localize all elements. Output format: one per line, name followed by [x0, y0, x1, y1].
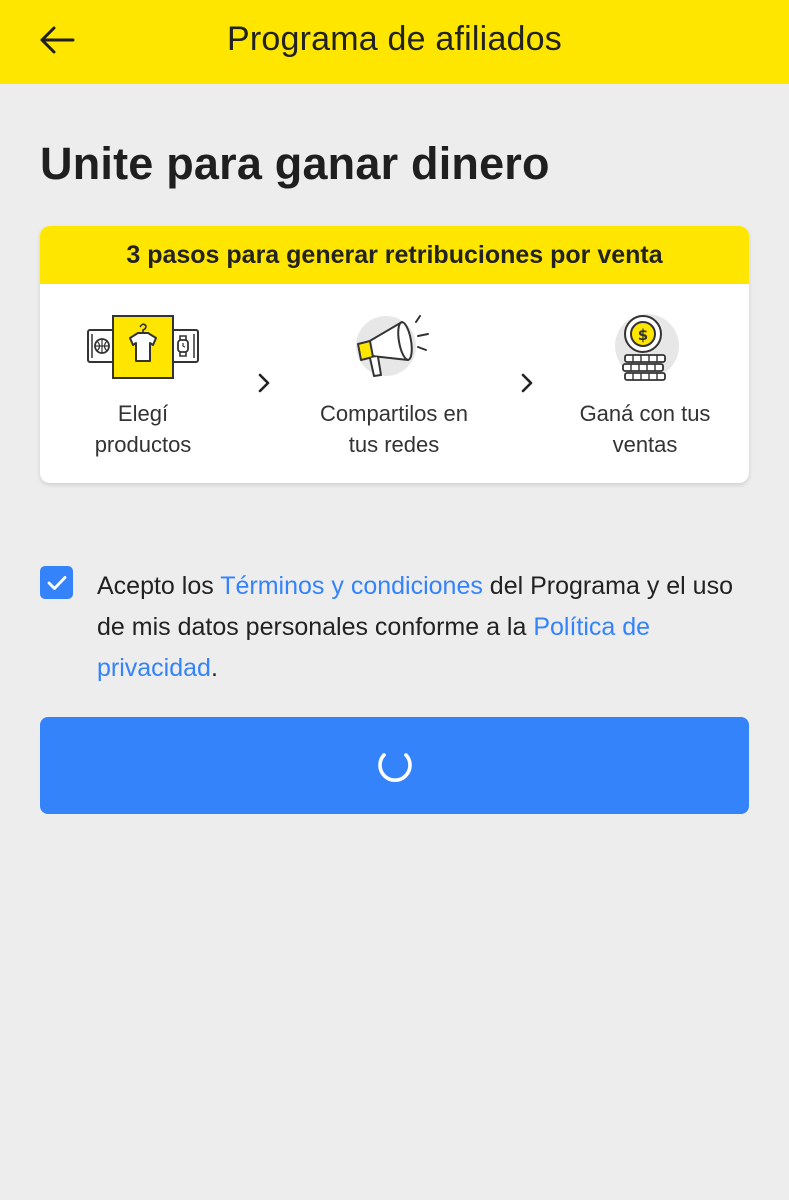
- megaphone-icon: [356, 315, 429, 377]
- consent-text-part: Acepto los: [97, 572, 221, 600]
- step-label-line: productos: [94, 432, 192, 457]
- terms-link[interactable]: Términos y condiciones: [220, 572, 483, 600]
- product-selection-icon: [87, 315, 199, 379]
- submit-button[interactable]: [40, 717, 749, 814]
- step-share-networks: Compartilos en tus redes: [294, 314, 494, 460]
- loading-spinner-icon: [377, 752, 412, 782]
- steps-card-header: 3 pasos para generar retribuciones por v…: [40, 226, 749, 284]
- step-label-line: tus redes: [348, 432, 440, 457]
- step-label-line: Compartilos en: [320, 401, 468, 426]
- steps-card: 3 pasos para generar retribuciones por v…: [40, 226, 749, 483]
- step-label-line: Ganá con tus: [579, 401, 711, 426]
- chevron-right-icon: [521, 373, 533, 393]
- page-title: Unite para ganar dinero: [40, 138, 550, 189]
- consent-text-part: .: [210, 654, 218, 682]
- consent-text: Acepto los Términos y condiciones del Pr…: [97, 566, 757, 689]
- svg-text:$: $: [638, 326, 648, 344]
- coins-icon: $: [615, 314, 679, 381]
- chevron-right-icon: [258, 373, 270, 393]
- terms-checkbox[interactable]: [40, 566, 73, 599]
- page-header-title: Programa de afiliados: [227, 20, 562, 58]
- top-app-bar: Programa de afiliados: [0, 0, 789, 84]
- step-label-line: Elegí: [117, 401, 169, 426]
- step-choose-products: Elegí productos: [43, 314, 243, 460]
- step-earn-sales: $ Ganá con tus ventas: [545, 314, 745, 460]
- checkmark-icon: [47, 575, 66, 590]
- step-label-line: ventas: [612, 432, 678, 457]
